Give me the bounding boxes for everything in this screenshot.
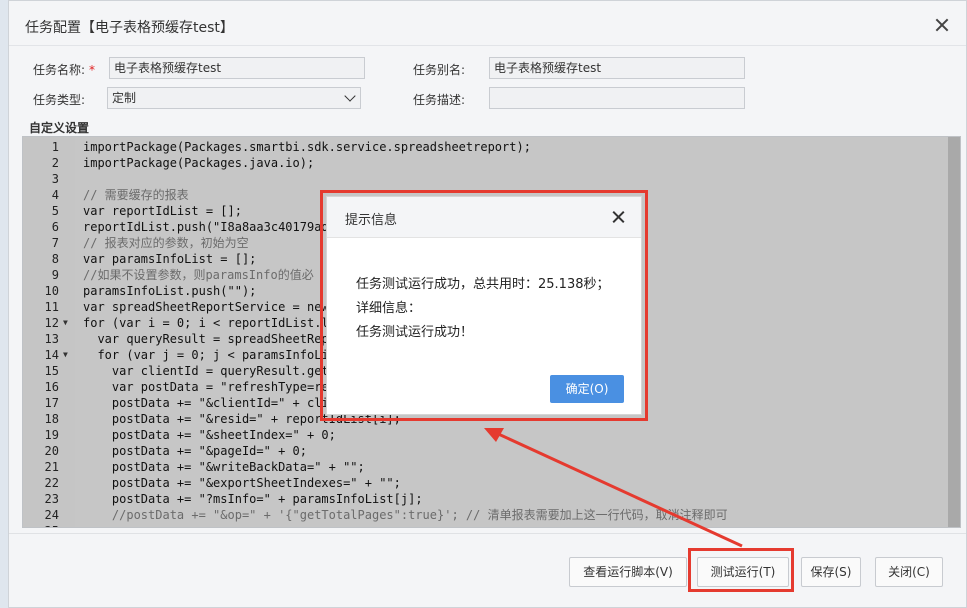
annotation-arrow: [484, 428, 743, 548]
